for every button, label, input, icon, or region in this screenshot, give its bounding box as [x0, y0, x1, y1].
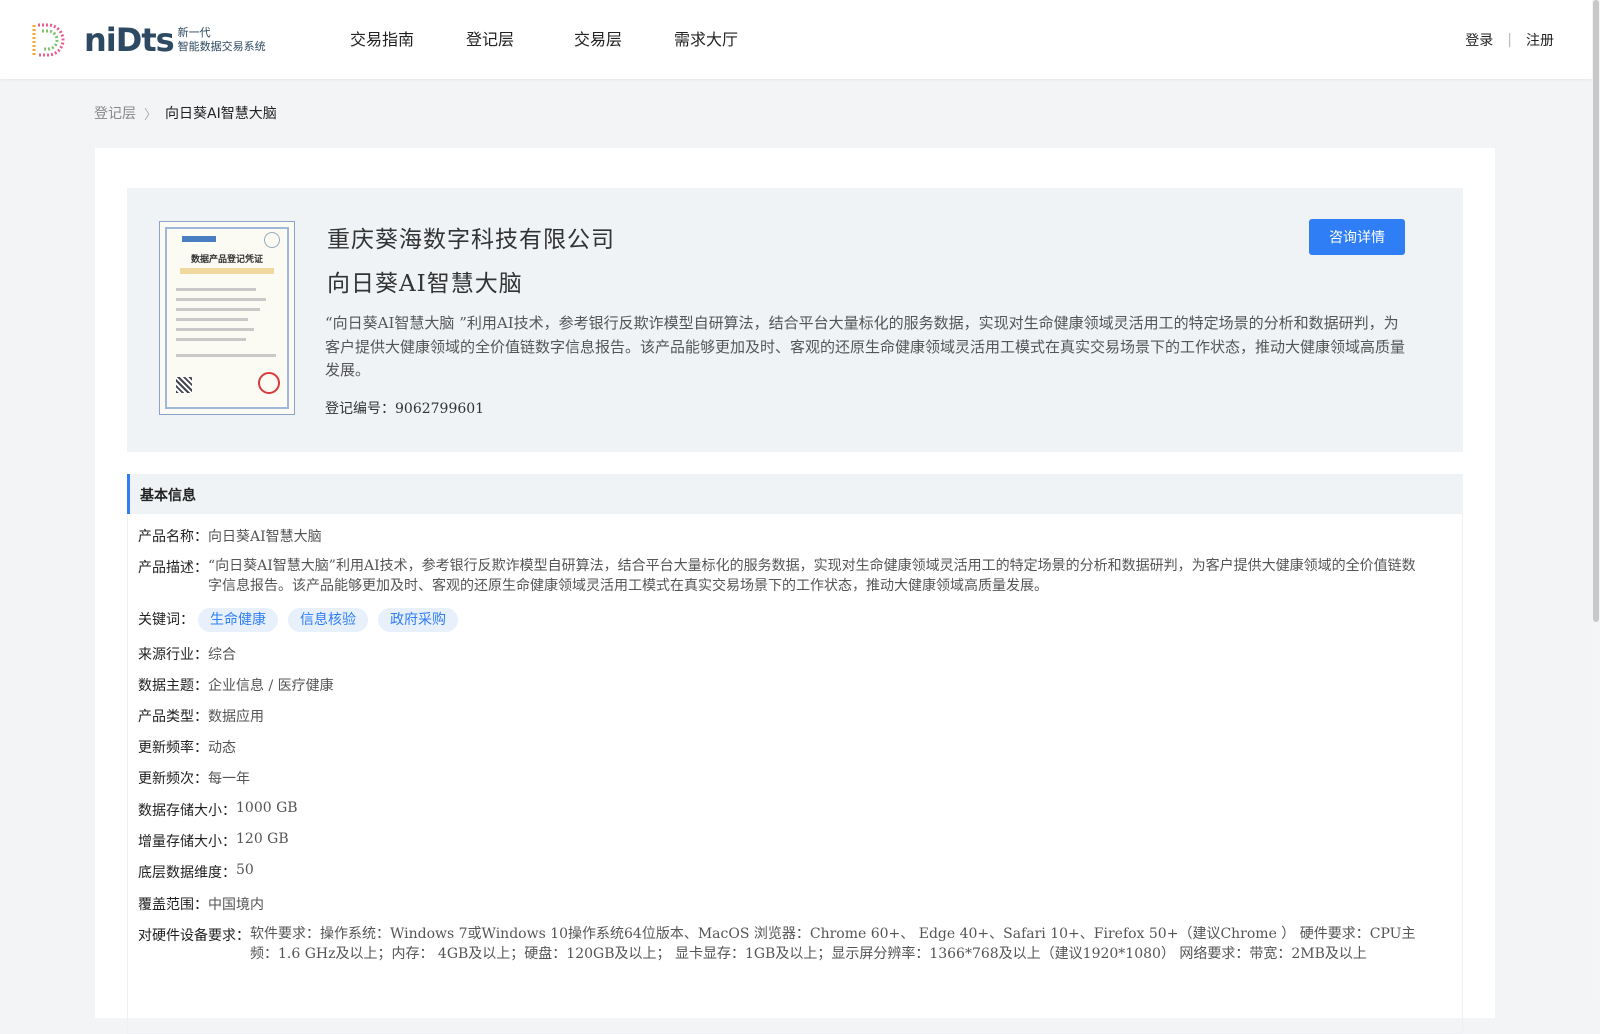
info-row-topic: 数据主题： 企业信息 / 医疗健康 [138, 675, 334, 695]
info-row-increment-size: 增量存储大小： 120 GB [138, 831, 289, 851]
section-title: 基本信息 [140, 488, 196, 504]
auth-separator: | [1507, 31, 1512, 48]
field-label: 底层数据维度： [138, 865, 236, 881]
registration-number: 登记编号：9062799601 [325, 398, 484, 418]
field-label: 更新频次： [138, 771, 208, 787]
certificate-text-line [176, 298, 266, 301]
breadcrumb-parent-link[interactable]: 登记层 [94, 103, 136, 123]
scrollbar-thumb[interactable] [1593, 0, 1599, 622]
field-value: 企业信息 / 医疗健康 [208, 678, 334, 694]
field-value: “向日葵AI智慧大脑”利用AI技术，参考银行反欺诈模型自研算法，结合平台大量标化… [208, 558, 1416, 594]
certificate-image[interactable]: 数据产品登记凭证 [159, 221, 295, 415]
qr-code-icon [176, 377, 192, 393]
company-name: 重庆葵海数字科技有限公司 [327, 227, 615, 253]
info-row-keywords: 关键词： 生命健康 信息核验 政府采购 [138, 608, 468, 632]
nav-demand-hall[interactable]: 需求大厅 [674, 0, 738, 79]
field-label: 产品名称： [138, 529, 208, 545]
certificate-text-line [176, 318, 248, 321]
logo-wordmark: niDts [84, 21, 175, 59]
registration-number-value: 9062799601 [395, 401, 485, 417]
certificate-text-line [176, 288, 256, 291]
info-row-update-cycle: 更新频次： 每一年 [138, 768, 250, 788]
certificate-text-line [176, 338, 246, 341]
field-value: 软件要求：操作系统：Windows 7或Windows 10操作系统64位版本、… [250, 926, 1416, 962]
breadcrumb: 登记层 〉 向日葵AI智慧大脑 [94, 103, 277, 123]
page-scrollbar[interactable] [1592, 0, 1600, 1000]
certificate-text-line [176, 354, 276, 357]
nav-registration-layer[interactable]: 登记层 [466, 0, 514, 79]
top-header: niDts 新一代 智能数据交易系统 交易指南 登记层 交易层 需求大厅 登录 … [0, 0, 1592, 79]
official-seal-icon [258, 372, 280, 394]
auth-links: 登录 | 注册 [1465, 0, 1554, 79]
info-row-product-desc: 产品描述： “向日葵AI智慧大脑”利用AI技术，参考银行反欺诈模型自研算法，结合… [138, 557, 1428, 596]
logo-tagline-line2: 智能数据交易系统 [177, 40, 266, 53]
field-value: 综合 [208, 647, 236, 663]
field-label: 对硬件设备要求： [138, 928, 250, 944]
registration-number-label: 登记编号： [325, 401, 395, 417]
info-row-type: 产品类型： 数据应用 [138, 706, 264, 726]
site-logo[interactable]: niDts 新一代 智能数据交易系统 [28, 20, 266, 60]
product-title: 向日葵AI智慧大脑 [327, 271, 523, 297]
field-value: 50 [236, 862, 254, 878]
field-value: 动态 [208, 740, 236, 756]
product-summary: “向日葵AI智慧大脑 ”利用AI技术，参考银行反欺诈模型自研算法，结合平台大量标… [325, 314, 1406, 379]
info-row-update-frequency: 更新频率： 动态 [138, 737, 236, 757]
certificate-logo [182, 236, 216, 242]
breadcrumb-current: 向日葵AI智慧大脑 [165, 106, 277, 122]
field-label: 来源行业： [138, 647, 208, 663]
field-label: 产品类型： [138, 709, 208, 725]
basic-info-header: 基本信息 [127, 474, 1463, 514]
certificate-emblem-icon [264, 232, 280, 248]
register-link[interactable]: 注册 [1526, 30, 1554, 50]
field-label: 更新频率： [138, 740, 208, 756]
product-detail-card: 数据产品登记凭证 重庆葵海数字科技有限公司 向日葵AI智慧大脑 “向日葵AI智慧… [95, 148, 1495, 1034]
certificate-title: 数据产品登记凭证 [190, 255, 263, 265]
certificate-text-line [176, 328, 254, 331]
main-nav: 交易指南 登记层 交易层 需求大厅 [350, 0, 790, 79]
field-label: 增量存储大小： [138, 834, 236, 850]
field-label: 数据存储大小： [138, 803, 236, 819]
info-row-coverage: 覆盖范围： 中国境内 [138, 894, 264, 914]
field-value: 每一年 [208, 771, 250, 787]
field-value: 120 GB [236, 831, 289, 847]
keyword-tag[interactable]: 生命健康 [198, 608, 278, 632]
certificate-subtitle-bar [180, 268, 274, 274]
certificate-text-line [176, 308, 260, 311]
logo-tagline-line1: 新一代 [177, 26, 211, 39]
field-label: 覆盖范围： [138, 897, 208, 913]
info-row-dimension: 底层数据维度： 50 [138, 862, 254, 882]
nav-trading-guide[interactable]: 交易指南 [350, 0, 414, 79]
field-value: 向日葵AI智慧大脑 [208, 529, 322, 545]
nav-trading-layer[interactable]: 交易层 [574, 0, 622, 79]
consult-details-button[interactable]: 咨询详情 [1309, 219, 1405, 255]
info-row-storage-size: 数据存储大小： 1000 GB [138, 800, 298, 820]
info-row-industry: 来源行业： 综合 [138, 644, 236, 664]
chevron-right-icon: 〉 [144, 107, 158, 123]
info-row-hardware: 对硬件设备要求： 软件要求：操作系统：Windows 7或Windows 10操… [138, 925, 1428, 964]
login-link[interactable]: 登录 [1465, 30, 1493, 50]
field-value: 1000 GB [236, 800, 298, 816]
info-row-product-name: 产品名称： 向日葵AI智慧大脑 [138, 526, 322, 546]
field-value: 数据应用 [208, 709, 264, 725]
logo-mark-icon [32, 23, 65, 57]
field-value: 中国境内 [208, 897, 264, 913]
field-label: 关键词： [138, 612, 194, 628]
basic-info-panel: 产品名称： 向日葵AI智慧大脑 产品描述： “向日葵AI智慧大脑”利用AI技术，… [127, 514, 1463, 1034]
field-label: 产品描述： [138, 560, 208, 576]
field-label: 数据主题： [138, 678, 208, 694]
keyword-tag[interactable]: 政府采购 [378, 608, 458, 632]
logo-tagline: 新一代 智能数据交易系统 [178, 26, 266, 54]
keyword-tag[interactable]: 信息核验 [288, 608, 368, 632]
product-hero: 数据产品登记凭证 重庆葵海数字科技有限公司 向日葵AI智慧大脑 “向日葵AI智慧… [127, 188, 1463, 452]
